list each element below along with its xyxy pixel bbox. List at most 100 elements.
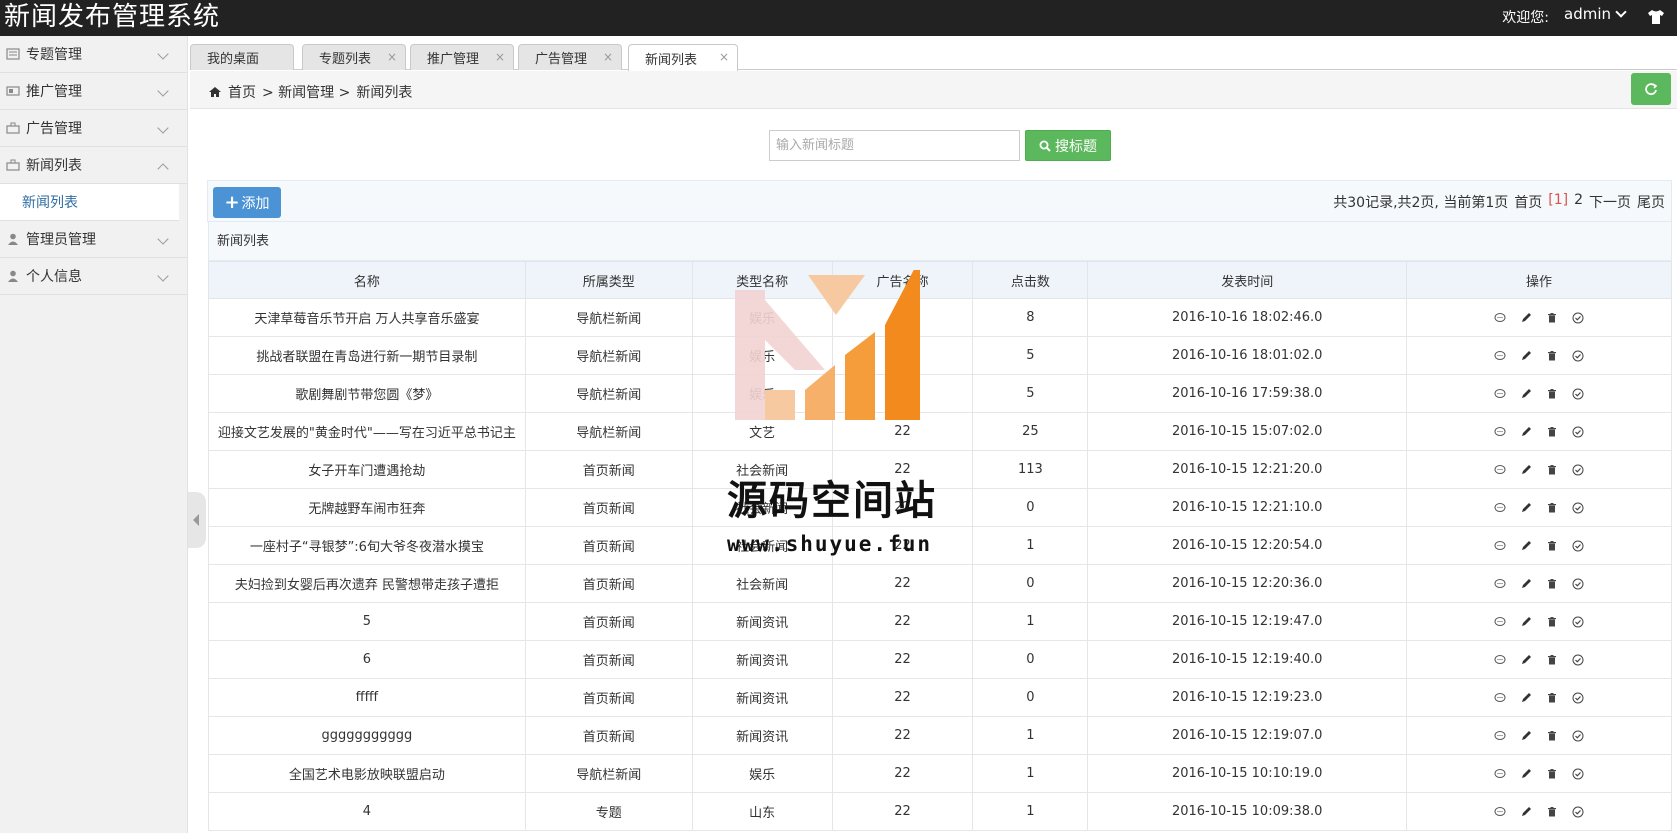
delete-icon[interactable]	[1544, 424, 1560, 440]
close-icon[interactable]: ×	[603, 50, 613, 64]
close-icon[interactable]: ×	[387, 50, 397, 64]
tab-news-list[interactable]: 新闻列表 ×	[628, 44, 738, 71]
comment-icon[interactable]	[1492, 614, 1508, 630]
cell-date: 2016-10-15 12:20:54.0	[1087, 526, 1408, 565]
delete-icon[interactable]	[1544, 462, 1560, 478]
delete-icon[interactable]	[1544, 538, 1560, 554]
cell-date: 2016-10-15 15:07:02.0	[1087, 412, 1408, 451]
delete-icon[interactable]	[1544, 728, 1560, 744]
search-input[interactable]	[769, 130, 1020, 161]
edit-icon[interactable]	[1518, 538, 1534, 554]
check-circle-icon[interactable]	[1570, 576, 1586, 592]
check-circle-icon[interactable]	[1570, 348, 1586, 364]
delete-icon[interactable]	[1544, 348, 1560, 364]
app-title: 新闻发布管理系统	[4, 2, 221, 32]
comment-icon[interactable]	[1492, 690, 1508, 706]
pager-next[interactable]: 下一页	[1589, 192, 1631, 212]
edit-icon[interactable]	[1518, 348, 1534, 364]
cell-actions	[1406, 640, 1672, 679]
comment-icon[interactable]	[1492, 386, 1508, 402]
sidebar-item-promotion[interactable]: 推广管理	[0, 73, 187, 110]
cell-actions	[1406, 526, 1672, 565]
sidebar-item-admins[interactable]: 管理员管理	[0, 221, 187, 258]
comment-icon[interactable]	[1492, 576, 1508, 592]
check-circle-icon[interactable]	[1570, 690, 1586, 706]
comment-icon[interactable]	[1492, 538, 1508, 554]
cell-clicks: 0	[972, 564, 1089, 603]
comment-icon[interactable]	[1492, 424, 1508, 440]
edit-icon[interactable]	[1518, 462, 1534, 478]
delete-icon[interactable]	[1544, 766, 1560, 782]
sidebar-collapse-handle[interactable]	[188, 492, 206, 548]
user-menu[interactable]: admin	[1564, 5, 1627, 23]
check-circle-icon[interactable]	[1570, 614, 1586, 630]
edit-icon[interactable]	[1518, 576, 1534, 592]
check-circle-icon[interactable]	[1570, 310, 1586, 326]
comment-icon[interactable]	[1492, 500, 1508, 516]
comment-icon[interactable]	[1492, 804, 1508, 820]
delete-icon[interactable]	[1544, 804, 1560, 820]
delete-icon[interactable]	[1544, 500, 1560, 516]
sidebar-item-ads[interactable]: 广告管理	[0, 110, 187, 147]
cell-type: 山东	[691, 792, 833, 831]
cell-clicks: 1	[972, 716, 1089, 755]
pager-last[interactable]: 尾页	[1637, 192, 1665, 212]
cell-title: 一座村子“寻银梦”:6旬大爷冬夜潜水摸宝	[208, 526, 526, 565]
comment-icon[interactable]	[1492, 766, 1508, 782]
check-circle-icon[interactable]	[1570, 424, 1586, 440]
delete-icon[interactable]	[1544, 690, 1560, 706]
sidebar-subitem-news-list[interactable]: 新闻列表	[0, 184, 179, 221]
edit-icon[interactable]	[1518, 652, 1534, 668]
edit-icon[interactable]	[1518, 804, 1534, 820]
card-icon	[6, 86, 20, 96]
briefcase-icon	[6, 122, 20, 134]
comment-icon[interactable]	[1492, 728, 1508, 744]
edit-icon[interactable]	[1518, 424, 1534, 440]
sidebar-item-topics[interactable]: 专题管理	[0, 36, 187, 73]
check-circle-icon[interactable]	[1570, 386, 1586, 402]
tab-bar: 我的桌面 专题列表 × 推广管理 × 广告管理 × 新闻列表 ×	[190, 44, 1677, 71]
close-icon[interactable]: ×	[719, 50, 729, 64]
comment-icon[interactable]	[1492, 652, 1508, 668]
edit-icon[interactable]	[1518, 614, 1534, 630]
breadcrumb-home[interactable]: 首页	[228, 82, 256, 102]
comment-icon[interactable]	[1492, 310, 1508, 326]
delete-icon[interactable]	[1544, 652, 1560, 668]
sidebar-item-profile[interactable]: 个人信息	[0, 258, 187, 295]
check-circle-icon[interactable]	[1570, 804, 1586, 820]
pager-page-2[interactable]: 2	[1574, 192, 1583, 212]
edit-icon[interactable]	[1518, 310, 1534, 326]
check-circle-icon[interactable]	[1570, 766, 1586, 782]
comment-icon[interactable]	[1492, 462, 1508, 478]
delete-icon[interactable]	[1544, 386, 1560, 402]
check-circle-icon[interactable]	[1570, 538, 1586, 554]
table-row: 一座村子“寻银梦”:6旬大爷冬夜潜水摸宝 首页新闻 社会新闻 22 1 2016-10-1…	[208, 526, 1672, 565]
cell-actions	[1406, 298, 1672, 337]
check-circle-icon[interactable]	[1570, 462, 1586, 478]
pager-first[interactable]: 首页	[1514, 192, 1542, 212]
sidebar-item-news-list[interactable]: 新闻列表	[0, 147, 187, 184]
shirt-icon[interactable]	[1647, 9, 1665, 25]
add-button[interactable]: + 添加	[213, 187, 281, 218]
table-row: 全国艺术电影放映联盟启动 导航栏新闻 娱乐 22 1 2016-10-15 10:10:1…	[208, 754, 1672, 793]
tab-topic-list[interactable]: 专题列表 ×	[302, 44, 406, 70]
search-button[interactable]: 搜标题	[1025, 130, 1111, 161]
close-icon[interactable]: ×	[495, 50, 505, 64]
tab-ads[interactable]: 广告管理 ×	[518, 44, 622, 70]
edit-icon[interactable]	[1518, 690, 1534, 706]
sidebar-item-label: 广告管理	[26, 121, 82, 137]
check-circle-icon[interactable]	[1570, 728, 1586, 744]
delete-icon[interactable]	[1544, 310, 1560, 326]
delete-icon[interactable]	[1544, 576, 1560, 592]
edit-icon[interactable]	[1518, 500, 1534, 516]
delete-icon[interactable]	[1544, 614, 1560, 630]
comment-icon[interactable]	[1492, 348, 1508, 364]
tab-promotion[interactable]: 推广管理 ×	[410, 44, 514, 70]
edit-icon[interactable]	[1518, 728, 1534, 744]
check-circle-icon[interactable]	[1570, 500, 1586, 516]
refresh-button[interactable]	[1631, 73, 1671, 105]
edit-icon[interactable]	[1518, 386, 1534, 402]
check-circle-icon[interactable]	[1570, 652, 1586, 668]
tab-desktop[interactable]: 我的桌面	[190, 44, 294, 70]
edit-icon[interactable]	[1518, 766, 1534, 782]
